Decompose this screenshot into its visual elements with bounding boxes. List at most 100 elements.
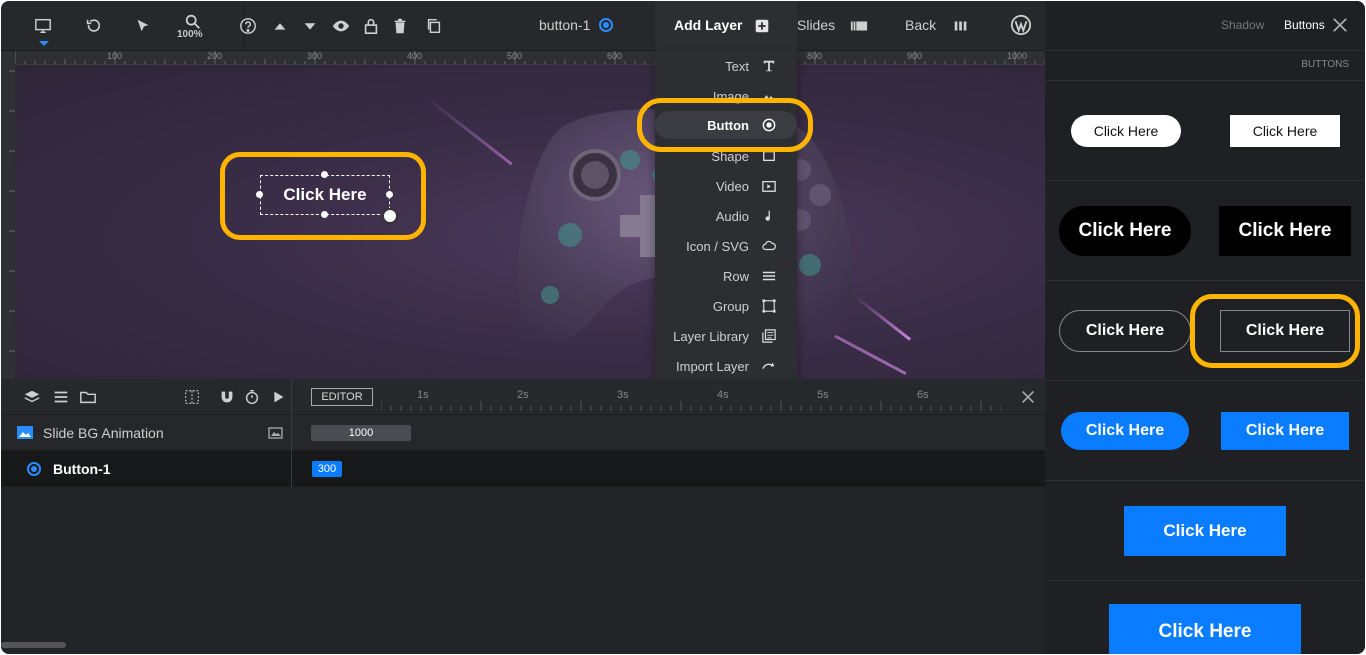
preset-row: Click Here Click Here [1045, 381, 1365, 481]
preset-row: Click Here [1045, 481, 1365, 581]
menu-item-audio[interactable]: Audio [655, 201, 797, 231]
menu-item-label: Row [722, 268, 749, 284]
row-icon [761, 268, 777, 284]
add-layer-tab[interactable]: Add Layer [655, 1, 797, 51]
group-icon [761, 298, 777, 314]
menu-item-icon-svg[interactable]: Icon / SVG [655, 231, 797, 261]
menu-item-row[interactable]: Row [655, 261, 797, 291]
library-icon [761, 328, 777, 344]
editor-label[interactable]: EDITOR [311, 388, 373, 406]
menu-item-group[interactable]: Group [655, 291, 797, 321]
preset-button-pill-white[interactable]: Click Here [1071, 115, 1181, 147]
add-layer-icon [751, 15, 773, 37]
timeline-bar[interactable]: 1000 [311, 425, 411, 441]
preset-button-pill-black[interactable]: Click Here [1059, 206, 1191, 256]
list-icon[interactable] [50, 386, 72, 408]
back-button[interactable]: Back [905, 17, 936, 33]
button-layer-icon [599, 18, 613, 32]
slides-icon[interactable] [848, 15, 870, 37]
menu-item-text[interactable]: Text [655, 51, 797, 81]
gallery-icon[interactable] [267, 426, 283, 440]
stopwatch-icon[interactable] [241, 386, 263, 408]
highlight-outline-preset [1190, 294, 1360, 368]
highlight-button-menu-item [637, 98, 813, 152]
tab-buttons[interactable]: Buttons [1284, 18, 1325, 32]
close-panel-icon[interactable] [1331, 16, 1349, 34]
menu-item-label: Video [715, 178, 749, 194]
menu-item-layer-library[interactable]: Layer Library [655, 321, 797, 351]
vertical-ruler [1, 51, 15, 379]
highlight-selected-button [220, 152, 426, 240]
duplicate-icon[interactable] [423, 15, 445, 37]
row-label: Button-1 [53, 461, 111, 477]
desktop-view-icon[interactable] [32, 15, 54, 37]
time-mark: 2s [517, 389, 529, 401]
menu-item-label: Icon / SVG [686, 238, 749, 254]
tab-shadow[interactable]: Shadow [1221, 18, 1264, 32]
pointer-icon[interactable] [132, 15, 154, 37]
timeline-row-button-1[interactable]: Button-1 300 [1, 451, 1045, 487]
ruler-mark: 1000 [1007, 51, 1028, 61]
timeline-bar[interactable]: 300 [312, 461, 342, 477]
time-mark: 4s [717, 389, 729, 401]
panel-section-header: BUTTONS [1045, 51, 1365, 81]
ruler-mark: 900 [907, 51, 923, 61]
play-icon[interactable] [267, 386, 289, 408]
preset-row: Click Here Click Here [1045, 281, 1365, 381]
preset-button-square-blue[interactable]: Click Here [1221, 412, 1349, 450]
slides-button[interactable]: Slides [797, 17, 835, 33]
lock-icon[interactable] [360, 15, 382, 37]
ruler-mark: 600 [607, 51, 623, 61]
light-streak [854, 295, 912, 341]
back-icon[interactable] [950, 15, 972, 37]
move-up-icon[interactable] [269, 15, 291, 37]
timeline-row-slide-bg[interactable]: Slide BG Animation 1000 [1, 415, 1045, 451]
ruler-mark: 500 [507, 51, 523, 61]
ruler-mark: 200 [207, 51, 223, 61]
time-mark: 3s [617, 389, 629, 401]
preset-button-pill-outline[interactable]: Click Here [1059, 310, 1191, 352]
menu-item-label: Layer Library [673, 328, 749, 344]
preset-button-pill-blue[interactable]: Click Here [1061, 412, 1189, 450]
time-mark: 1s [417, 389, 429, 401]
grid-snap-icon[interactable] [181, 386, 203, 408]
row-label: Slide BG Animation [43, 425, 164, 441]
panel-tabs: Shadow Buttons [1045, 1, 1365, 51]
slide-canvas[interactable]: Click Here [15, 65, 1045, 379]
ruler-mark: 300 [307, 51, 323, 61]
top-toolbar: 100% button-1 Add Layer Slides Back [1, 1, 1045, 51]
undo-icon[interactable] [82, 15, 104, 37]
timeline-header: EDITOR 1s 2s 3s 4s 5s 6s [1, 379, 1045, 415]
preset-button-blue-large[interactable]: Click Here [1109, 604, 1301, 654]
preset-button-square-black[interactable]: Click Here [1219, 206, 1351, 256]
delete-icon[interactable] [389, 15, 411, 37]
light-streak [424, 95, 513, 166]
device-chevron-icon [39, 41, 49, 46]
ruler-mark: 100 [107, 51, 123, 61]
menu-item-label: Audio [715, 208, 749, 224]
section-title: BUTTONS [1301, 59, 1349, 70]
menu-item-import-layer[interactable]: Import Layer [655, 351, 797, 381]
preset-button-blue-medium[interactable]: Click Here [1124, 506, 1286, 556]
menu-item-label: Import Layer [676, 358, 749, 374]
wordpress-icon[interactable] [1009, 13, 1033, 37]
layers-icon[interactable] [21, 386, 43, 408]
add-layer-label: Add Layer [674, 17, 743, 33]
right-panel: Shadow Buttons BUTTONS Click Here Click … [1045, 1, 1365, 654]
magnet-icon[interactable] [216, 386, 238, 408]
time-mark: 5s [817, 389, 829, 401]
move-down-icon[interactable] [299, 15, 321, 37]
preset-row: Click Here Click Here [1045, 181, 1365, 281]
help-icon[interactable] [237, 15, 259, 37]
menu-item-label: Group [712, 298, 749, 314]
selected-layer-name: button-1 [539, 17, 591, 33]
menu-item-video[interactable]: Video [655, 171, 797, 201]
visibility-icon[interactable] [330, 15, 352, 37]
horizontal-scrollbar[interactable] [1, 642, 66, 648]
folder-icon[interactable] [77, 386, 99, 408]
close-timeline-icon[interactable] [1017, 386, 1039, 408]
preset-button-square-white[interactable]: Click Here [1230, 115, 1340, 147]
timeline-divider [291, 379, 292, 487]
time-mark: 6s [917, 389, 929, 401]
zoom-level[interactable]: 100% [177, 29, 203, 40]
